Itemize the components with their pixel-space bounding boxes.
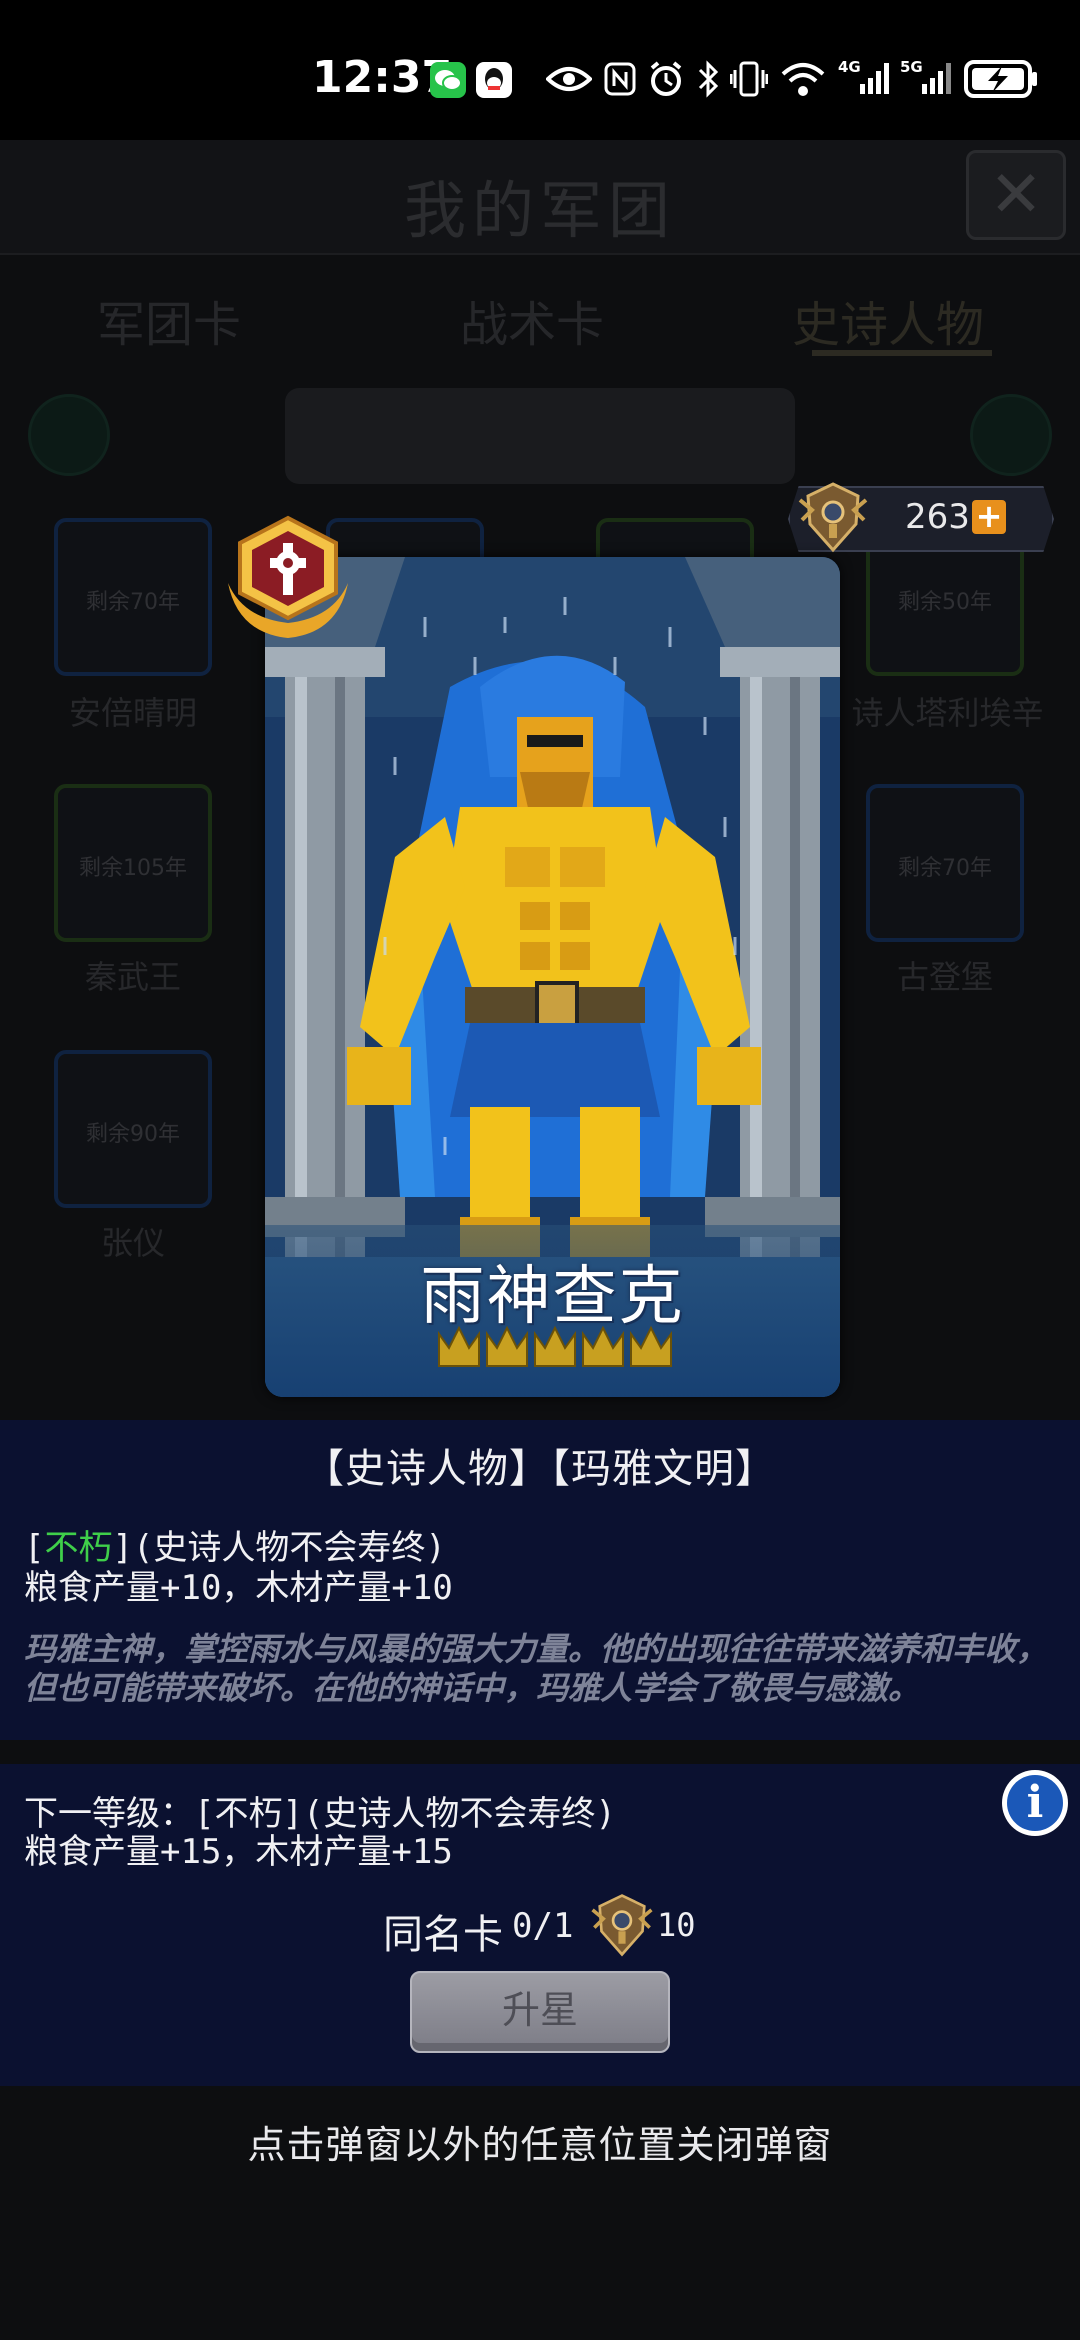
crest-emblem-icon: [798, 482, 868, 553]
alarm-icon: [650, 61, 682, 96]
star-crowns-icon: [438, 1325, 672, 1367]
figure-name: 古登堡: [896, 958, 993, 996]
remaining-years: 剩余90年: [86, 1122, 180, 1147]
battery-charging-icon: [964, 60, 1037, 98]
currency-value: 263: [905, 497, 970, 537]
svg-text:5G: 5G: [900, 58, 923, 76]
figure-name: 诗人塔利埃辛: [851, 694, 1044, 732]
tab-legion-cards[interactable]: 军团卡: [97, 285, 241, 355]
upgrade-cost: 10: [657, 1906, 696, 1944]
status-bar: 12:37 4G 5G: [0, 0, 1080, 140]
remaining-years: 剩余50年: [898, 590, 992, 615]
search-input[interactable]: [285, 388, 795, 484]
figure-card[interactable]: 剩余70年: [866, 784, 1024, 942]
add-currency-button[interactable]: +: [972, 500, 1006, 534]
figure-card[interactable]: 剩余105年: [54, 784, 212, 942]
crest-emblem-icon: [591, 1894, 653, 1957]
remaining-years: 剩余70年: [898, 856, 992, 881]
eye-icon: [546, 67, 592, 91]
page-title: 我的军团: [403, 174, 676, 247]
vibrate-icon: [730, 61, 768, 97]
remaining-years: 剩余70年: [86, 590, 180, 615]
duplicate-label: 同名卡: [383, 1912, 503, 1958]
hero-card: 雨神查克: [265, 557, 840, 1397]
duplicate-count: 0/1: [512, 1906, 574, 1946]
remaining-years: 剩余105年: [79, 856, 187, 881]
qq-icon: [476, 62, 512, 98]
close-hint: 点击弹窗以外的任意位置关闭弹窗: [247, 2123, 833, 2167]
details-panel: 【史诗人物】【玛雅文明】 [不朽](史诗人物不会寿终) 粮食产量+10，木材产量…: [0, 1420, 1080, 1740]
filter-button[interactable]: [970, 394, 1052, 476]
info-icon[interactable]: i: [1002, 1772, 1068, 1834]
figure-card[interactable]: 剩余70年: [54, 518, 212, 676]
rank-badge-icon: [228, 515, 348, 638]
tab-bar: 军团卡 战术卡 史诗人物: [0, 265, 1080, 385]
close-button[interactable]: ✕: [966, 150, 1066, 240]
list-menu-button[interactable]: [28, 394, 110, 476]
figure-card[interactable]: 剩余90年: [54, 1050, 212, 1208]
tab-tactic-cards[interactable]: 战术卡: [460, 285, 604, 355]
wechat-icon: [430, 62, 466, 98]
active-tab-indicator: [812, 350, 992, 356]
tab-epic-figures[interactable]: 史诗人物: [792, 285, 984, 355]
upgrade-star-button[interactable]: 升星: [410, 1971, 670, 2053]
header-bar: 我的军团 ✕: [0, 140, 1080, 255]
nfc-icon: [604, 62, 636, 96]
signal-5g-icon: 5G: [900, 58, 951, 94]
next-yield-text: 粮食产量+15，木材产量+15: [24, 1832, 453, 1872]
figure-name: 张仪: [100, 1224, 165, 1262]
hero-tags: 【史诗人物】【玛雅文明】: [304, 1446, 776, 1492]
signal-4g-icon: 4G: [838, 58, 889, 94]
lore-text: 玛雅主神，掌控雨水与风暴的强大力量。他的出现往往带来滋养和丰收，但也可能带来破坏…: [24, 1630, 1049, 1707]
yield-line: 粮食产量+10，木材产量+10: [24, 1568, 453, 1608]
figure-name: 秦武王: [84, 958, 181, 996]
svg-text:4G: 4G: [838, 58, 861, 76]
bluetooth-icon: [698, 60, 719, 98]
wifi-icon: [781, 63, 825, 96]
figure-name: 安倍晴明: [68, 694, 197, 732]
duplicate-card-row: 同名卡 0/1 10: [0, 1890, 1080, 1960]
